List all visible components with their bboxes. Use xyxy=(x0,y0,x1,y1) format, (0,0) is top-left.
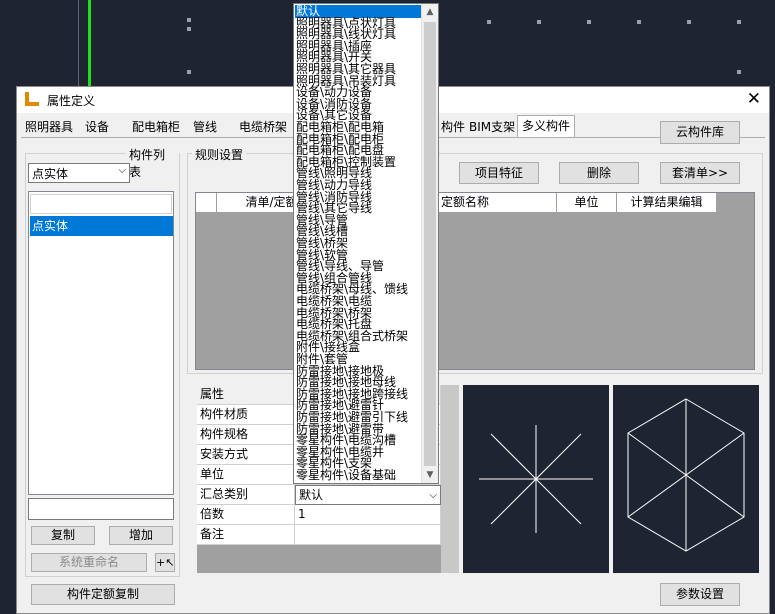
property-header-name: 属性 xyxy=(197,385,295,405)
property-name: 备注 xyxy=(197,525,295,545)
dropdown-option[interactable]: 零星构件\设备基础 xyxy=(296,469,396,482)
cad-grid-dot xyxy=(187,18,191,22)
cad-grid-dot xyxy=(487,20,491,24)
rules-settings-label: 规则设置 xyxy=(192,146,247,163)
chevron-down-icon: ⌵ xyxy=(429,490,437,501)
quota-grid[interactable]: 清单/定额 定额名称 单位 计算结果编辑 xyxy=(195,192,755,370)
copy-button[interactable]: 复制 xyxy=(31,526,95,545)
property-value[interactable]: 1 xyxy=(295,505,441,525)
apply-list-button[interactable]: 套清单>> xyxy=(660,162,740,184)
project-feature-button[interactable]: 项目特征 xyxy=(459,162,539,184)
tab-equipment[interactable]: 设备 xyxy=(85,117,109,137)
preview-panel-3d[interactable] xyxy=(613,385,759,573)
scroll-up-icon[interactable]: ▲ xyxy=(422,4,438,20)
scroll-thumb[interactable] xyxy=(424,22,436,466)
add-component-icon-button[interactable]: +↖ xyxy=(155,553,175,572)
param-settings-button[interactable]: 参数设置 xyxy=(660,583,740,606)
tab-multi-component[interactable]: 多义构件 xyxy=(517,115,576,138)
tab-lighting[interactable]: 照明器具 xyxy=(25,117,73,137)
grid-row-header-corner xyxy=(196,193,217,213)
property-name: 构件规格 xyxy=(197,425,295,445)
dropdown-scrollbar[interactable]: ▲ ▼ xyxy=(421,4,438,483)
tab-component[interactable]: 构件 xyxy=(441,117,465,137)
tab-pipeline[interactable]: 管线 xyxy=(193,117,217,137)
cad-grid-line xyxy=(78,0,79,86)
cad-axis-line xyxy=(88,0,91,86)
system-rename-button[interactable]: 系统重命名 xyxy=(31,553,147,572)
property-name: 安装方式 xyxy=(197,445,295,465)
component-type-value: 点实体 xyxy=(32,167,69,181)
cad-grid-dot xyxy=(637,20,641,24)
property-name: 单位 xyxy=(197,465,295,485)
summary-category-value: 默认 xyxy=(299,488,324,502)
property-name: 汇总类别 xyxy=(197,485,295,505)
preview-panel-blank xyxy=(441,385,459,573)
rename-input[interactable] xyxy=(28,498,174,520)
grid-header-result-edit[interactable]: 计算结果编辑 xyxy=(617,193,717,213)
preview-panel-2d[interactable] xyxy=(463,385,609,573)
asterisk-symbol-icon xyxy=(479,425,593,533)
cad-grid-dot xyxy=(737,20,741,24)
grid-header-unit[interactable]: 单位 xyxy=(557,193,617,213)
cube-3d-icon xyxy=(627,398,745,552)
cad-grid-dot xyxy=(737,70,741,74)
summary-category-combo[interactable]: 默认 ⌵ xyxy=(295,485,441,505)
list-item[interactable] xyxy=(30,194,172,214)
cursor-plus-icon: +↖ xyxy=(156,556,175,569)
property-value[interactable] xyxy=(295,525,441,545)
grid-header-quota-name[interactable]: 定额名称 xyxy=(437,193,557,213)
app-logo-icon xyxy=(25,92,39,106)
quota-copy-button[interactable]: 构件定额复制 xyxy=(31,584,175,605)
cloud-library-button[interactable]: 云构件库 xyxy=(660,121,740,144)
close-icon[interactable]: ✕ xyxy=(747,90,761,108)
tab-cable-tray[interactable]: 电缆桥架 xyxy=(239,117,287,137)
property-name: 构件材质 xyxy=(197,405,295,425)
add-button[interactable]: 增加 xyxy=(109,526,173,545)
component-list-label: 构件列表 xyxy=(126,146,179,180)
dialog-title: 属性定义 xyxy=(47,94,96,108)
tab-distribution-box[interactable]: 配电箱柜 xyxy=(132,117,180,137)
component-listbox[interactable]: 点实体 xyxy=(28,191,174,495)
property-name: 倍数 xyxy=(197,505,295,525)
tab-bim-support[interactable]: BIM支架 xyxy=(469,117,515,137)
cad-grid-dot xyxy=(187,70,191,74)
cad-grid-dot xyxy=(537,20,541,24)
component-type-combo[interactable]: 点实体 ⌵ xyxy=(28,163,130,183)
chevron-down-icon: ⌵ xyxy=(118,165,126,176)
cad-grid-dot xyxy=(187,27,191,31)
list-item[interactable]: 点实体 xyxy=(30,216,173,236)
cad-grid-dot xyxy=(587,20,591,24)
delete-button[interactable]: 删除 xyxy=(559,162,639,184)
summary-category-dropdown[interactable]: 默认 照明器具\点状灯具 照明器具\线状灯具 照明器具\插座 照明器具\开关 照明器具\其… xyxy=(293,3,439,484)
cad-grid-dot xyxy=(687,20,691,24)
scroll-down-icon[interactable]: ▼ xyxy=(422,467,438,483)
